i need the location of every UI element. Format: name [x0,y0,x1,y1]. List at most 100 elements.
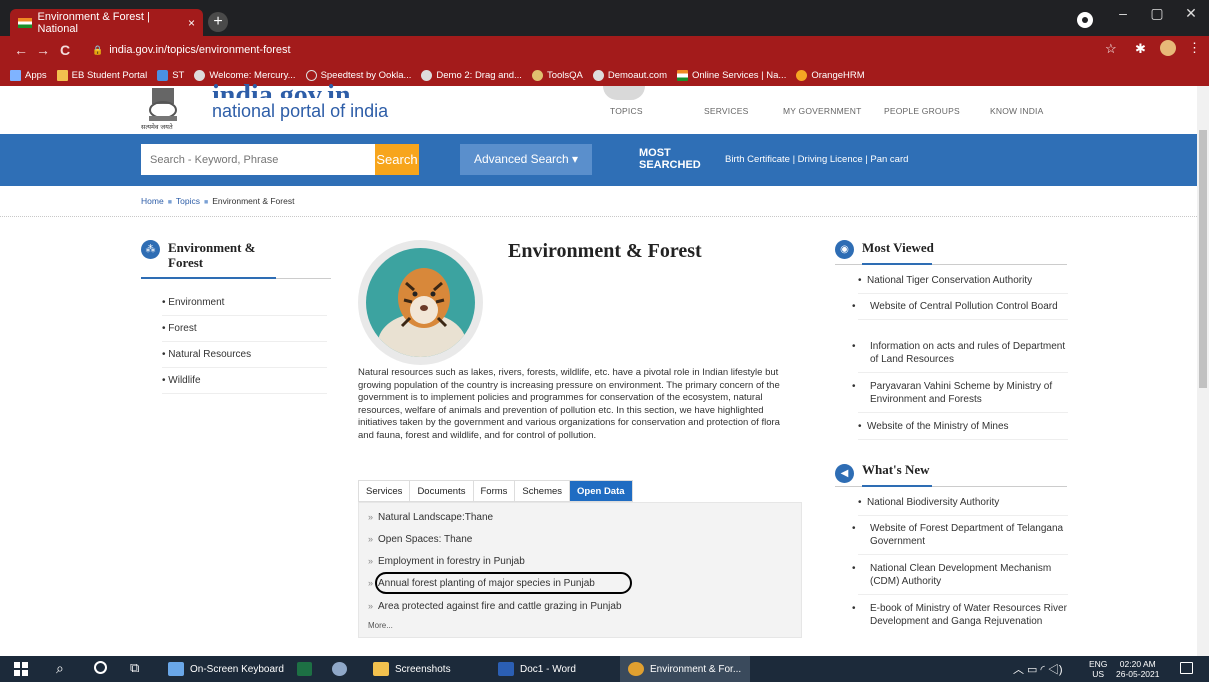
taskbar-word[interactable]: Doc1 - Word [498,656,576,682]
breadcrumb-separator-icon: ■ [167,199,172,206]
national-emblem-logo[interactable]: सत्यमेव जयते [141,88,185,132]
new-tab-button[interactable]: + [208,12,228,32]
bookmark-mercury[interactable]: Welcome: Mercury... [194,69,296,81]
browser-tab[interactable]: Environment & Forest | National × [10,9,203,36]
sidebar-item-forest[interactable]: • Forest [162,323,327,342]
divider-accent [141,277,276,279]
most-viewed-item[interactable]: • Paryavaran Vahini Scheme by Ministry of… [852,380,1068,413]
content-tabs: Services Documents Forms Schemes Open Da… [358,480,633,502]
star-icon[interactable]: ☆ [1105,41,1117,57]
bookmark-demo2[interactable]: Demo 2: Drag and... [421,69,522,81]
bookmark-apps[interactable]: Apps [10,69,47,81]
excel-icon[interactable] [297,662,312,676]
bookmark-speedtest[interactable]: Speedtest by Ookla... [305,69,411,81]
tab-forms[interactable]: Forms [474,481,516,501]
sidebar-item-natural-resources[interactable]: • Natural Resources [162,349,327,368]
bookmark-st[interactable]: ST [157,69,184,81]
whats-new-item[interactable]: • Website of Forest Department of Telanga… [852,522,1068,555]
eye-icon: ◉ [835,240,854,259]
tab-services[interactable]: Services [359,481,411,501]
taskbar-screenshots[interactable]: Screenshots [373,656,451,682]
tab-schemes[interactable]: Schemes [515,481,571,501]
open-data-item[interactable]: » Open Spaces: Thane [368,534,472,545]
whats-new-item[interactable]: • E-book of Ministry of Water Resources R… [852,602,1068,634]
most-viewed-item[interactable]: • Website of Central Pollution Control Bo… [852,300,1068,320]
globe-icon [421,69,433,81]
open-data-item[interactable]: » Area protected against fire and cattle … [368,601,622,612]
screen: Environment & Forest | National × + – ▢ … [0,0,1209,682]
bookmark-eb-student-portal[interactable]: EB Student Portal [56,69,147,81]
back-button[interactable]: ← [10,42,32,58]
divider-accent [862,485,932,487]
scrollbar-thumb[interactable] [1199,130,1207,388]
site-logo-text[interactable]: india.gov.in [212,80,351,98]
sidebar-title: Environment & Forest [168,240,256,270]
sidebar-item-wildlife[interactable]: • Wildlife [162,375,327,394]
menu-icon[interactable]: ⋮ [1188,40,1201,56]
input-language[interactable]: ENG US [1089,659,1107,679]
notifications-icon[interactable] [1180,662,1193,674]
word-icon [498,662,514,676]
bookmark-orangehrm[interactable]: OrangeHRM [796,69,865,81]
sidebar-item-environment[interactable]: • Environment [162,297,327,316]
cortana-icon[interactable] [94,661,107,674]
taskbar-chrome[interactable]: Environment & For... [620,656,750,682]
breadcrumb-home[interactable]: Home [141,196,164,206]
whats-new-item[interactable]: • National Clean Development Mechanism (C… [852,562,1068,595]
bookmark-demoaut[interactable]: Demoaut.com [592,69,667,81]
window-close-button[interactable]: ✕ [1176,0,1206,28]
tab-documents[interactable]: Documents [410,481,474,501]
open-data-item[interactable]: » Natural Landscape:Thane [368,512,493,523]
apps-grid-icon [10,69,21,81]
orangehrm-icon [796,69,808,81]
topnav-my-government[interactable]: MY GOVERNMENT [783,106,861,116]
task-view-icon[interactable]: ⧉ [130,660,139,676]
bookmark-online-services[interactable]: Online Services | Na... [677,69,786,81]
clock[interactable]: 02:20 AM 26-05-2021 [1116,659,1159,679]
most-searched-links[interactable]: Birth Certificate | Driving Licence | Pa… [725,154,908,165]
tab-close-icon[interactable]: × [188,16,195,30]
most-viewed-item[interactable]: • Website of the Ministry of Mines [858,420,1068,440]
double-chevron-icon: » [368,601,374,611]
india-flag-icon [18,17,32,28]
windows-start-icon[interactable] [14,662,28,676]
tab-search-icon[interactable] [1077,12,1093,28]
page-title: Environment & Forest [508,240,702,262]
bookmark-toolsqa[interactable]: ToolsQA [531,69,583,81]
advanced-search-button[interactable]: Advanced Search ▾ [460,144,592,175]
taskbar-onscreen-keyboard[interactable]: On-Screen Keyboard [168,656,284,682]
breadcrumb-current: Environment & Forest [212,196,295,206]
search-input[interactable] [141,144,375,175]
more-link[interactable]: More... [368,621,393,630]
minimize-button[interactable]: – [1108,0,1138,28]
double-chevron-icon: » [368,556,374,566]
emblem-caption: सत्यमेव जयते [141,124,173,131]
topnav-topics[interactable]: TOPICS [610,106,643,116]
reload-button[interactable]: C [54,42,76,58]
most-viewed-item[interactable]: • Information on acts and rules of Depart… [852,340,1068,373]
india-flag-icon [677,69,688,81]
breadcrumb-separator-icon: ■ [204,199,209,206]
system-tray-icons[interactable]: ︿ ▭ ◜ ◁) [1013,661,1062,677]
search-icon[interactable]: ⌕ [56,660,64,677]
topnav-services[interactable]: SERVICES [704,106,748,116]
extensions-icon[interactable]: ✱ [1135,41,1146,57]
forward-button[interactable]: → [32,42,54,58]
whats-new-title: What's New [862,462,930,477]
open-data-item[interactable]: » Employment in forestry in Punjab [368,556,525,567]
site-logo-subtitle[interactable]: national portal of india [212,101,388,122]
address-bar[interactable]: 🔒 india.gov.in/topics/environment-forest [92,40,1102,60]
breadcrumb: Home ■ Topics ■ Environment & Forest [141,196,294,206]
tab-open-data[interactable]: Open Data [570,481,632,501]
topnav-know-india[interactable]: KNOW INDIA [990,106,1043,116]
most-viewed-item[interactable]: • National Tiger Conservation Authority [858,274,1068,294]
maximize-button[interactable]: ▢ [1142,0,1172,28]
app-icon[interactable] [332,662,347,676]
breadcrumb-topics[interactable]: Topics [176,196,200,206]
double-chevron-icon: » [368,578,374,588]
most-viewed-title: Most Viewed [862,240,934,255]
whats-new-item[interactable]: • National Biodiversity Authority [858,496,1068,516]
search-button[interactable]: Search [375,144,419,175]
profile-avatar[interactable] [1160,40,1176,56]
topnav-people-groups[interactable]: PEOPLE GROUPS [884,106,960,116]
